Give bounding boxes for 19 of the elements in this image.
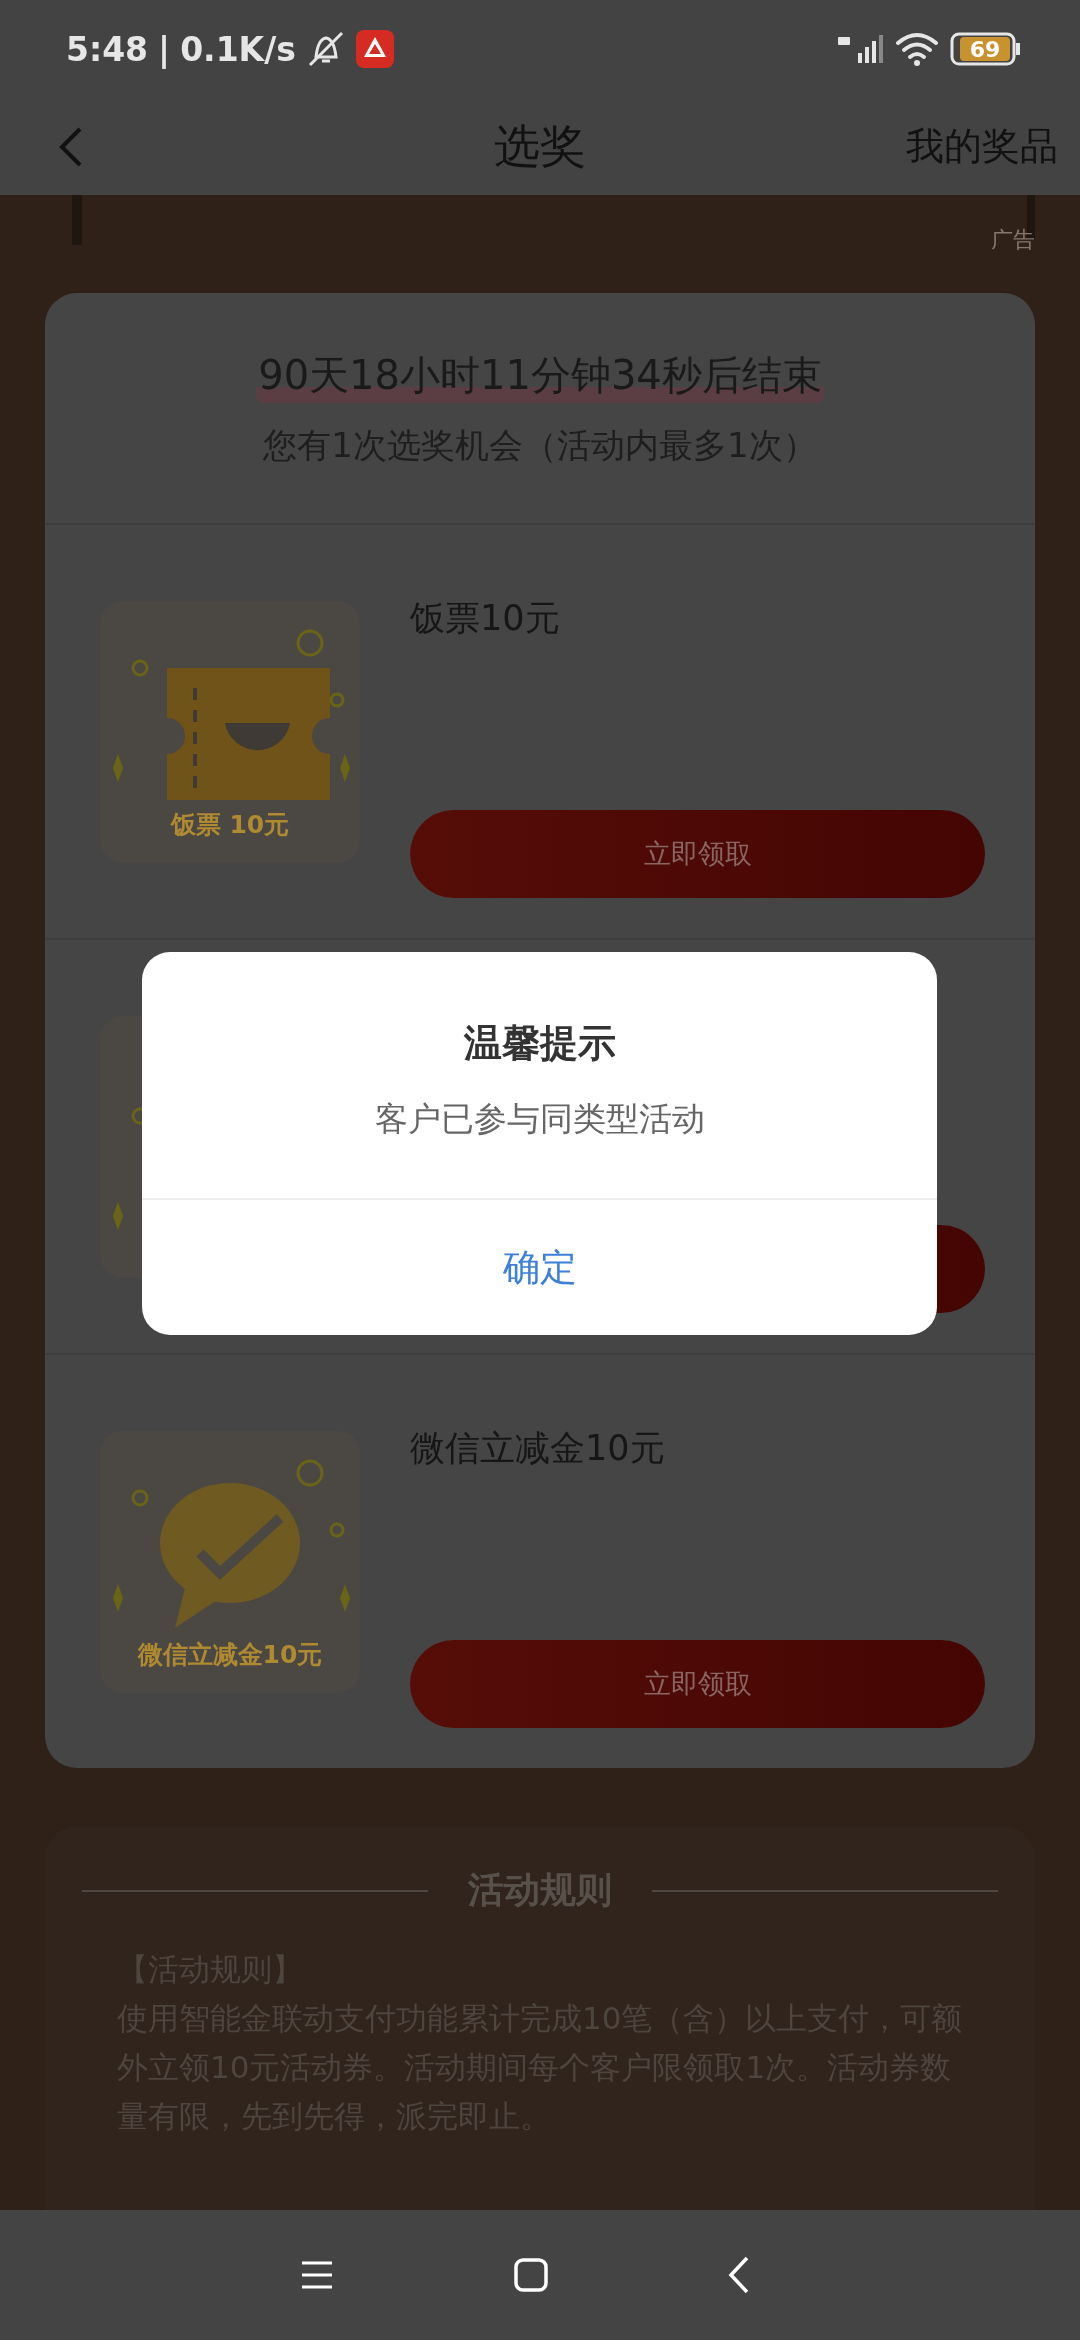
network-speed: 0.1K/s — [180, 29, 296, 69]
ad-label: 广告 — [991, 226, 1035, 254]
home-icon[interactable] — [514, 2258, 548, 2292]
back-icon[interactable] — [728, 2256, 750, 2294]
battery-percent: 69 — [960, 37, 1010, 61]
claim-button[interactable]: 立即领取 — [410, 1640, 985, 1728]
status-divider: | — [158, 29, 171, 69]
menu-icon[interactable] — [300, 2260, 334, 2290]
claim-button[interactable]: 立即领取 — [410, 810, 985, 898]
battery-icon — [950, 32, 1022, 66]
prize-image-label: 饭票 10元 — [170, 808, 290, 841]
dialog-message: 客户已参与同类型活动 — [374, 1098, 705, 1140]
status-time: 5:48 — [66, 29, 149, 69]
confirm-button[interactable]: 确定 — [142, 1200, 937, 1335]
app-notification-icon — [355, 30, 394, 68]
prize-image-label: 微信立减金10元 — [137, 1638, 323, 1671]
wifi-icon — [894, 31, 940, 67]
dialog-title: 温馨提示 — [463, 1020, 616, 1067]
banner-post — [72, 195, 82, 245]
